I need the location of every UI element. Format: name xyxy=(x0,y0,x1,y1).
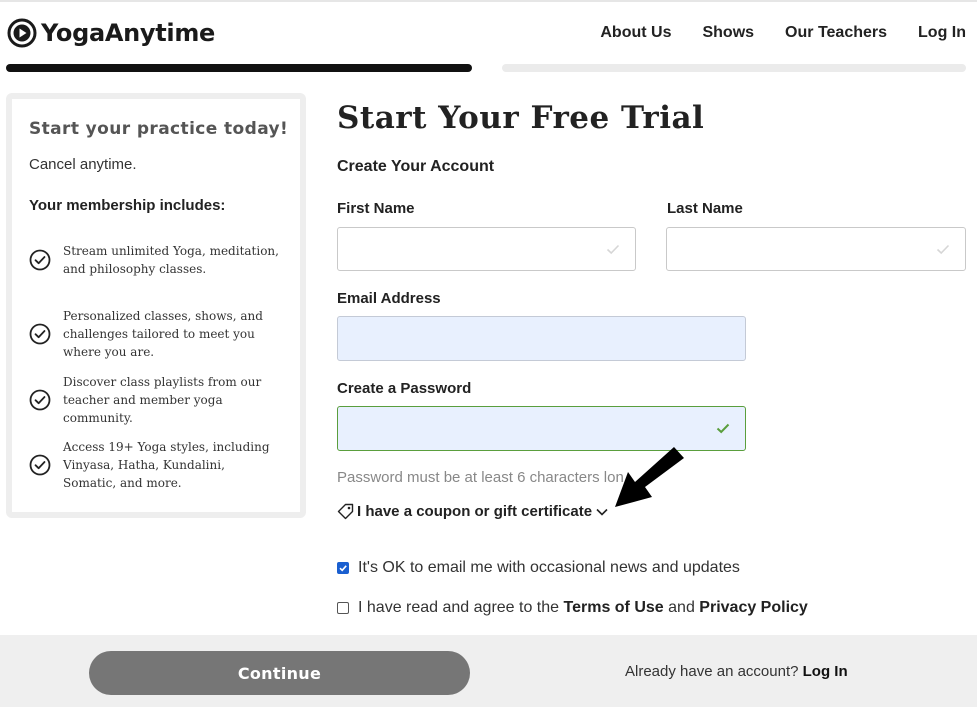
terms-checkbox[interactable] xyxy=(337,602,349,614)
field-check-icon xyxy=(606,244,620,255)
benefit-item: Stream unlimited Yoga, meditation, and p… xyxy=(29,242,279,278)
panel-cancel-note: Cancel anytime. xyxy=(29,156,137,173)
password-label: Create a Password xyxy=(337,380,472,397)
tag-icon xyxy=(337,503,354,520)
privacy-policy-link[interactable]: Privacy Policy xyxy=(699,599,808,617)
nav-shows[interactable]: Shows xyxy=(702,24,754,42)
nav-about-us[interactable]: About Us xyxy=(600,24,671,42)
last-name-input[interactable] xyxy=(666,227,966,271)
field-check-icon xyxy=(936,244,950,255)
panel-title: Start your practice today! xyxy=(29,119,289,139)
coupon-toggle[interactable]: I have a coupon or gift certificate xyxy=(337,503,609,520)
field-check-icon xyxy=(716,423,730,434)
check-circle-icon xyxy=(29,389,51,411)
benefit-item: Access 19+ Yoga styles, including Vinyas… xyxy=(29,438,279,492)
first-name-input[interactable] xyxy=(337,227,636,271)
benefit-text: Stream unlimited Yoga, meditation, and p… xyxy=(63,244,279,276)
progress-step-remaining xyxy=(502,64,966,72)
progress-step-complete xyxy=(6,64,472,72)
coupon-label: I have a coupon or gift certificate xyxy=(357,503,593,520)
pointer-arrow-icon xyxy=(615,447,684,507)
footer-login-link[interactable]: Log In xyxy=(803,663,848,680)
terms-prefix: I have read and agree to the xyxy=(358,599,560,616)
terms-of-use-link[interactable]: Terms of Use xyxy=(564,599,664,617)
benefit-text: Access 19+ Yoga styles, including Vinyas… xyxy=(63,440,270,490)
benefit-item: Personalized classes, shows, and challen… xyxy=(29,307,279,361)
password-hint: Password must be at least 6 characters l… xyxy=(337,469,624,486)
last-name-label: Last Name xyxy=(667,200,743,217)
membership-panel: Start your practice today! Cancel anytim… xyxy=(6,93,306,518)
logo-play-icon xyxy=(7,18,37,48)
panel-includes-heading: Your membership includes: xyxy=(29,197,226,214)
terms-row[interactable]: I have read and agree to the Terms of Us… xyxy=(337,599,808,617)
form-subtitle: Create Your Account xyxy=(337,158,495,175)
nav-log-in[interactable]: Log In xyxy=(918,24,966,42)
footer-bar: Continue Already have an account? Log In xyxy=(0,635,977,707)
nav-our-teachers[interactable]: Our Teachers xyxy=(785,24,887,42)
already-have-account: Already have an account? Log In xyxy=(625,663,848,680)
top-nav: About Us Shows Our Teachers Log In xyxy=(569,24,966,42)
chevron-down-icon xyxy=(596,508,608,516)
page-title: Start Your Free Trial xyxy=(337,100,705,136)
email-label: Email Address xyxy=(337,290,441,307)
logo[interactable]: YogaAnytime xyxy=(7,18,215,48)
email-optin-checkbox[interactable] xyxy=(337,562,349,574)
check-circle-icon xyxy=(29,323,51,345)
top-border xyxy=(0,0,977,2)
already-text: Already have an account? xyxy=(625,663,799,680)
email-input[interactable] xyxy=(337,316,746,361)
check-circle-icon xyxy=(29,249,51,271)
continue-button[interactable]: Continue xyxy=(89,651,470,695)
logo-text: YogaAnytime xyxy=(41,19,216,47)
terms-and: and xyxy=(668,599,695,616)
benefit-text: Personalized classes, shows, and challen… xyxy=(63,309,263,359)
email-optin-row[interactable]: It's OK to email me with occasional news… xyxy=(337,559,740,577)
checkbox-check-icon xyxy=(339,565,347,572)
first-name-label: First Name xyxy=(337,200,415,217)
benefit-item: Discover class playlists from our teache… xyxy=(29,373,279,427)
email-optin-text: It's OK to email me with occasional news… xyxy=(358,559,740,576)
benefit-text: Discover class playlists from our teache… xyxy=(63,375,262,425)
check-circle-icon xyxy=(29,454,51,476)
